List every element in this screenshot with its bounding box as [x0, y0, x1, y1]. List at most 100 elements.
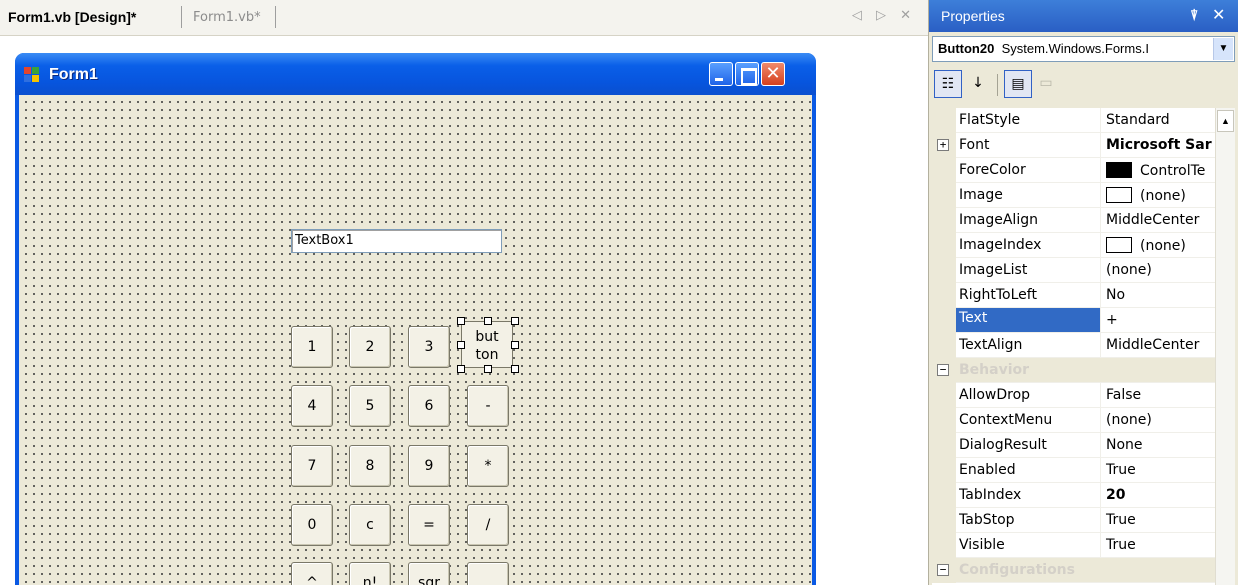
property-row[interactable]: TextAlign MiddleCenter: [932, 333, 1215, 358]
property-name: ImageList: [959, 262, 1028, 278]
collapse-icon[interactable]: −: [937, 564, 949, 576]
property-value[interactable]: True: [1100, 458, 1215, 483]
resize-handle[interactable]: [484, 365, 492, 373]
property-value[interactable]: (none): [1100, 258, 1215, 283]
property-row[interactable]: TabStop True: [932, 508, 1215, 533]
property-value[interactable]: No: [1100, 283, 1215, 308]
property-value[interactable]: False: [1100, 383, 1215, 408]
button-minus[interactable]: -: [467, 385, 509, 427]
button-4[interactable]: 4: [291, 385, 333, 427]
pin-icon[interactable]: ⍒: [1190, 7, 1198, 24]
property-value[interactable]: None: [1100, 433, 1215, 458]
property-value-text: +: [1106, 312, 1118, 328]
button-9[interactable]: 9: [408, 445, 450, 487]
button-equals[interactable]: =: [408, 504, 450, 546]
property-value-text: Microsoft Sar: [1106, 137, 1212, 153]
button-factorial[interactable]: n!: [349, 562, 391, 585]
property-value[interactable]: True: [1100, 508, 1215, 533]
button-sqr[interactable]: sqr: [408, 562, 450, 585]
tab-divider: [275, 6, 276, 28]
property-row[interactable]: RightToLeft No: [932, 283, 1215, 308]
property-row[interactable]: + Font Microsoft Sar: [932, 133, 1215, 158]
events-icon[interactable]: ▭: [1032, 70, 1060, 98]
property-value[interactable]: +: [1100, 308, 1215, 333]
property-row[interactable]: ContextMenu (none): [932, 408, 1215, 433]
form-window[interactable]: Form1 ✕ TextBox1 1 2 3 but ton 4 5 6 - 7…: [15, 53, 816, 585]
button-divide[interactable]: /: [467, 504, 509, 546]
document-tab-strip: Form1.vb [Design]* Form1.vb* ◁ ▷ ✕: [0, 0, 928, 36]
object-selector[interactable]: Button20 System.Windows.Forms.I ▼: [932, 36, 1235, 62]
button-2[interactable]: 2: [349, 326, 391, 368]
properties-icon[interactable]: ▤: [1004, 70, 1032, 98]
alphabetical-icon[interactable]: ↓: [964, 70, 992, 98]
property-row[interactable]: FlatStyle Standard: [932, 108, 1215, 133]
button-7[interactable]: 7: [291, 445, 333, 487]
row-gutter: [932, 408, 956, 433]
property-category[interactable]: − Behavior: [932, 358, 1215, 383]
textbox1[interactable]: TextBox1: [291, 229, 502, 253]
chevron-down-icon[interactable]: ▼: [1213, 38, 1233, 60]
minimize-button[interactable]: [709, 62, 733, 86]
property-value[interactable]: (none): [1100, 233, 1215, 258]
tab-navigation-icons[interactable]: ◁ ▷ ✕: [852, 8, 916, 23]
property-value[interactable]: 20: [1100, 483, 1215, 508]
resize-handle[interactable]: [457, 365, 465, 373]
vertical-scrollbar[interactable]: ▲: [1215, 108, 1235, 585]
property-row[interactable]: ImageAlign MiddleCenter: [932, 208, 1215, 233]
close-icon[interactable]: ✕: [1212, 5, 1225, 25]
close-button[interactable]: ✕: [761, 62, 785, 86]
property-row[interactable]: ImageIndex (none): [932, 233, 1215, 258]
property-grid[interactable]: FlatStyle Standard + Font Microsoft Sar ForeC…: [932, 108, 1235, 585]
resize-handle[interactable]: [511, 317, 519, 325]
categorized-icon[interactable]: ☷: [934, 70, 962, 98]
expand-icon[interactable]: +: [937, 139, 949, 151]
property-row[interactable]: TabIndex 20: [932, 483, 1215, 508]
property-value[interactable]: MiddleCenter: [1100, 208, 1215, 233]
resize-handle[interactable]: [457, 341, 465, 349]
properties-titlebar[interactable]: Properties ⍒ ✕: [929, 0, 1238, 32]
property-row[interactable]: ImageList (none): [932, 258, 1215, 283]
form-title: Form1: [49, 66, 98, 83]
form-design-surface[interactable]: TextBox1 1 2 3 but ton 4 5 6 - 7 8 9 * 0…: [19, 95, 812, 585]
property-row[interactable]: AllowDrop False: [932, 383, 1215, 408]
button20-selected[interactable]: but ton: [461, 321, 513, 368]
button-1[interactable]: 1: [291, 326, 333, 368]
button-3[interactable]: 3: [408, 326, 450, 368]
property-value[interactable]: Microsoft Sar: [1100, 133, 1215, 158]
property-row[interactable]: ForeColor ControlTe: [932, 158, 1215, 183]
property-value[interactable]: ControlTe: [1100, 158, 1215, 183]
property-value[interactable]: (none): [1100, 408, 1215, 433]
resize-handle[interactable]: [484, 317, 492, 325]
button-0[interactable]: 0: [291, 504, 333, 546]
button-8[interactable]: 8: [349, 445, 391, 487]
property-row[interactable]: Visible True: [932, 533, 1215, 558]
tab-form-design[interactable]: Form1.vb [Design]*: [8, 9, 136, 25]
resize-handle[interactable]: [511, 365, 519, 373]
property-row[interactable]: Image (none): [932, 183, 1215, 208]
button-decimal[interactable]: .: [467, 562, 509, 585]
button-5[interactable]: 5: [349, 385, 391, 427]
form-titlebar[interactable]: Form1 ✕: [15, 53, 816, 95]
property-row[interactable]: DialogResult None: [932, 433, 1215, 458]
property-row[interactable]: Enabled True: [932, 458, 1215, 483]
button-multiply[interactable]: *: [467, 445, 509, 487]
property-row[interactable]: Text +: [932, 308, 1215, 333]
collapse-icon[interactable]: −: [937, 364, 949, 376]
property-value[interactable]: (none): [1100, 183, 1215, 208]
button-power[interactable]: ^: [291, 562, 333, 585]
scroll-up-icon[interactable]: ▲: [1217, 110, 1234, 132]
resize-handle[interactable]: [511, 341, 519, 349]
color-swatch: [1106, 237, 1132, 253]
property-category[interactable]: − Configurations: [932, 558, 1215, 583]
resize-handle[interactable]: [457, 317, 465, 325]
button-6[interactable]: 6: [408, 385, 450, 427]
property-name: ForeColor: [959, 162, 1026, 178]
property-value[interactable]: True: [1100, 533, 1215, 558]
tab-form-code[interactable]: Form1.vb*: [193, 10, 261, 25]
property-value[interactable]: MiddleCenter: [1100, 333, 1215, 358]
property-name: Visible: [959, 537, 1005, 553]
maximize-button[interactable]: [735, 62, 759, 86]
button-clear[interactable]: c: [349, 504, 391, 546]
property-value[interactable]: Standard: [1100, 108, 1215, 133]
properties-window: Properties ⍒ ✕ Button20 System.Windows.F…: [928, 0, 1238, 585]
